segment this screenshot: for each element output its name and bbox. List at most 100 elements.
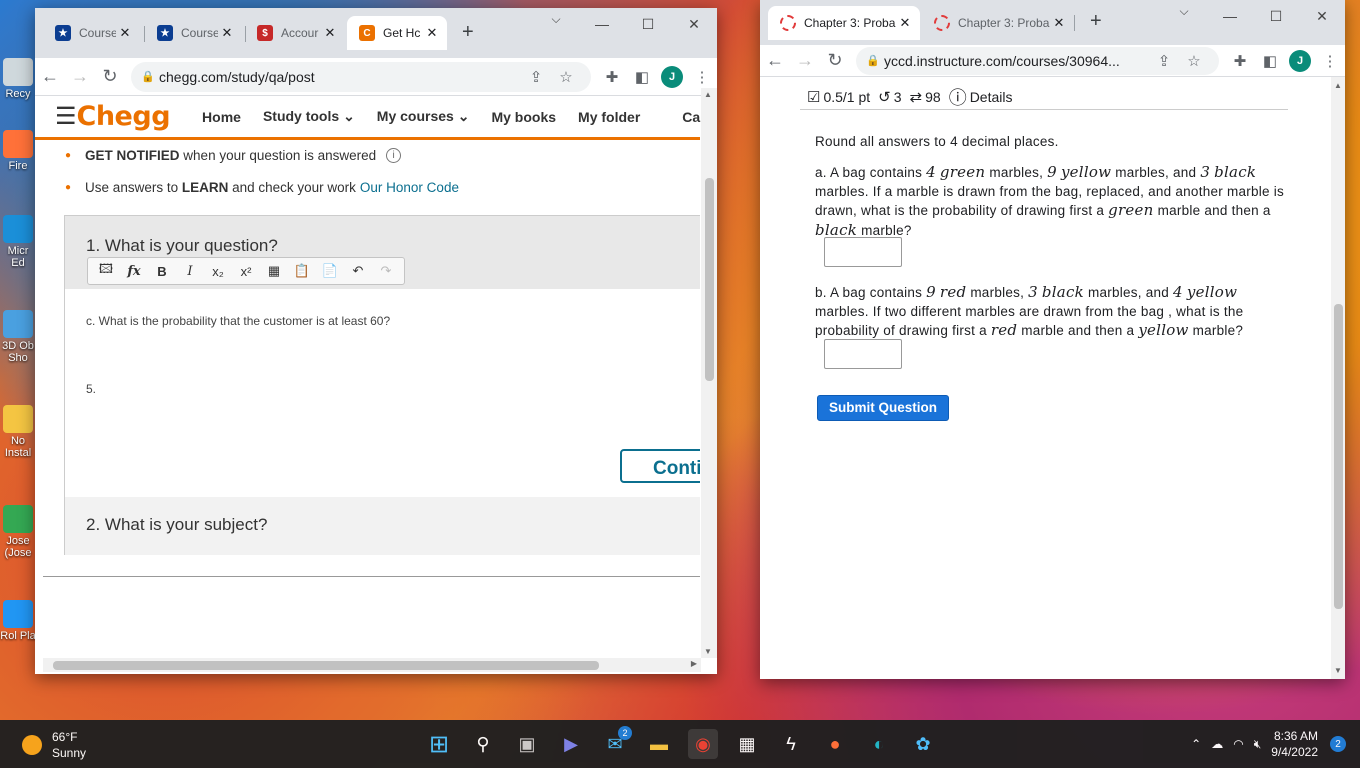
close-icon[interactable]: ✕ [218, 25, 236, 41]
url-text[interactable]: chegg.com/study/qa/post [159, 69, 521, 85]
scrollbar-thumb[interactable] [705, 178, 714, 381]
volume-muted-icon[interactable]: 🔇︎ [1254, 737, 1262, 752]
nav-study-tools[interactable]: Study tools ⌄ [263, 108, 355, 125]
subject-section[interactable]: 2. What is your subject? [65, 497, 700, 555]
bold-icon[interactable]: B [148, 264, 176, 279]
honor-code-link[interactable]: Our Honor Code [360, 180, 459, 195]
task-view-icon[interactable]: ▣ [512, 729, 542, 759]
app-lightning-icon[interactable]: ϟ [776, 729, 806, 759]
close-icon[interactable]: ✕ [116, 25, 134, 41]
extensions-puzzle-icon[interactable]: ✚ [597, 68, 627, 86]
info-icon[interactable]: ⓘ [949, 84, 967, 110]
tab-chapter3-1[interactable]: Chapter 3: Proba ✕ [768, 6, 920, 40]
tab-chapter3-2[interactable]: Chapter 3: Proba ✕ [922, 6, 1074, 40]
close-icon[interactable]: ✕ [321, 25, 339, 41]
tab-course-1[interactable]: ★ Course ✕ [43, 16, 140, 50]
side-panel-icon[interactable]: ◧ [627, 68, 657, 86]
weather-widget[interactable]: 66°F Sunny [22, 729, 86, 761]
continue-button[interactable]: Conti [620, 449, 700, 483]
menu-kebab-icon[interactable]: ⋮ [1315, 52, 1345, 70]
tab-search-chevron-icon[interactable]: ⌵ [533, 12, 579, 27]
desktop-icon[interactable]: Recy [0, 58, 36, 100]
superscript-icon[interactable]: x² [232, 264, 260, 279]
close-window-icon[interactable]: ✕ [1299, 8, 1345, 25]
reload-icon[interactable]: ↻ [820, 50, 850, 71]
hamburger-menu-icon[interactable]: ☰ [55, 102, 77, 131]
scrollbar-thumb[interactable] [1334, 304, 1343, 609]
desktop-icon[interactable]: Rol Pla [0, 600, 36, 642]
file-explorer-icon[interactable]: ▬ [644, 729, 674, 759]
redo-icon[interactable]: ↷ [372, 263, 400, 279]
question-line-c[interactable]: c. What is the probability that the cust… [86, 314, 390, 328]
nav-home[interactable]: Home [202, 109, 241, 125]
scroll-up-arrow-icon[interactable]: ▲ [704, 90, 712, 99]
desktop-icon[interactable]: No Instal [0, 405, 36, 459]
onedrive-cloud-icon[interactable]: ☁ [1211, 737, 1223, 751]
back-arrow-icon[interactable]: ← [760, 50, 790, 71]
vertical-scrollbar[interactable]: ▲ ▼ [701, 88, 717, 658]
microsoft-store-icon[interactable]: ▦ [732, 729, 762, 759]
side-panel-icon[interactable]: ◧ [1255, 52, 1285, 70]
edge-icon[interactable]: ◐ [864, 729, 894, 759]
mail-icon[interactable]: ✉ 2 [600, 726, 632, 759]
info-icon[interactable]: i [386, 148, 402, 163]
close-icon[interactable]: ✕ [1050, 15, 1068, 31]
undo-icon[interactable]: ↶ [344, 263, 372, 279]
teams-chat-icon[interactable]: ▶ [556, 729, 586, 759]
minimize-icon[interactable]: — [1207, 8, 1253, 24]
table-icon[interactable]: ▦ [260, 263, 288, 279]
address-bar[interactable]: 🔒 chegg.com/study/qa/post ⇪ ☆ [131, 61, 591, 92]
desktop-icon[interactable]: Fire [0, 130, 36, 172]
tab-account[interactable]: $ Accour ✕ [245, 16, 345, 50]
new-tab-plus-icon[interactable]: + [1090, 10, 1102, 33]
search-icon[interactable]: ⚲ [468, 729, 498, 759]
profile-avatar[interactable]: J [1289, 49, 1311, 72]
bookmark-star-icon[interactable]: ☆ [1179, 52, 1209, 70]
tab-get-help[interactable]: C Get Hc ✕ [347, 16, 447, 50]
profile-avatar[interactable]: J [661, 65, 683, 88]
share-icon[interactable]: ⇪ [521, 68, 551, 86]
paste-text-icon[interactable]: 📄 [316, 263, 344, 279]
vertical-scrollbar[interactable]: ▲ ▼ [1331, 77, 1345, 679]
notification-badge[interactable]: 2 [1330, 736, 1346, 752]
desktop-icon[interactable]: Jose (Jose [0, 505, 36, 559]
answer-input-b[interactable] [824, 339, 902, 369]
paint-icon[interactable]: ✿ [908, 729, 938, 759]
wifi-icon[interactable]: ◠ [1233, 737, 1243, 751]
clock[interactable]: 8:36 AM 9/4/2022 [1271, 728, 1318, 760]
details-link[interactable]: Details [970, 89, 1013, 105]
formula-fx-icon[interactable]: fx [120, 264, 148, 279]
share-icon[interactable]: ⇪ [1149, 52, 1179, 70]
desktop-icon[interactable]: Micr Ed [0, 215, 36, 269]
scroll-right-arrow-icon[interactable]: ▶ [691, 659, 697, 668]
forward-arrow-icon[interactable]: → [790, 50, 820, 71]
extensions-puzzle-icon[interactable]: ✚ [1225, 52, 1255, 70]
close-icon[interactable]: ✕ [896, 15, 914, 31]
nav-my-books[interactable]: My books [491, 109, 556, 125]
close-icon[interactable]: ✕ [423, 25, 441, 41]
close-window-icon[interactable]: ✕ [671, 16, 717, 33]
firefox-icon[interactable]: ● [820, 729, 850, 759]
forward-arrow-icon[interactable]: → [65, 66, 95, 87]
answer-input-a[interactable] [824, 237, 902, 267]
italic-icon[interactable]: I [176, 264, 204, 279]
nav-my-folder[interactable]: My folder [578, 109, 640, 125]
image-icon[interactable]: 🖾 [92, 260, 120, 282]
scroll-down-arrow-icon[interactable]: ▼ [1334, 666, 1342, 675]
tray-chevron-up-icon[interactable]: ⌃ [1191, 737, 1201, 751]
menu-kebab-icon[interactable]: ⋮ [687, 68, 717, 86]
submit-question-button[interactable]: Submit Question [817, 395, 949, 421]
scroll-down-arrow-icon[interactable]: ▼ [704, 647, 712, 656]
reload-icon[interactable]: ↻ [95, 66, 125, 87]
maximize-icon[interactable]: ☐ [625, 16, 671, 33]
back-arrow-icon[interactable]: ← [35, 66, 65, 87]
chrome-icon[interactable]: ◉ [688, 729, 718, 759]
desktop-icon[interactable]: 3D Ob Sho [0, 310, 36, 364]
subscript-icon[interactable]: x₂ [204, 264, 232, 279]
minimize-icon[interactable]: — [579, 16, 625, 32]
tab-course-2[interactable]: ★ Course ✕ [145, 16, 242, 50]
new-tab-plus-icon[interactable]: + [462, 21, 474, 44]
bookmark-star-icon[interactable]: ☆ [551, 68, 581, 86]
address-bar[interactable]: 🔒 yccd.instructure.com/courses/30964... … [856, 46, 1219, 75]
nav-my-courses[interactable]: My courses ⌄ [377, 108, 470, 125]
